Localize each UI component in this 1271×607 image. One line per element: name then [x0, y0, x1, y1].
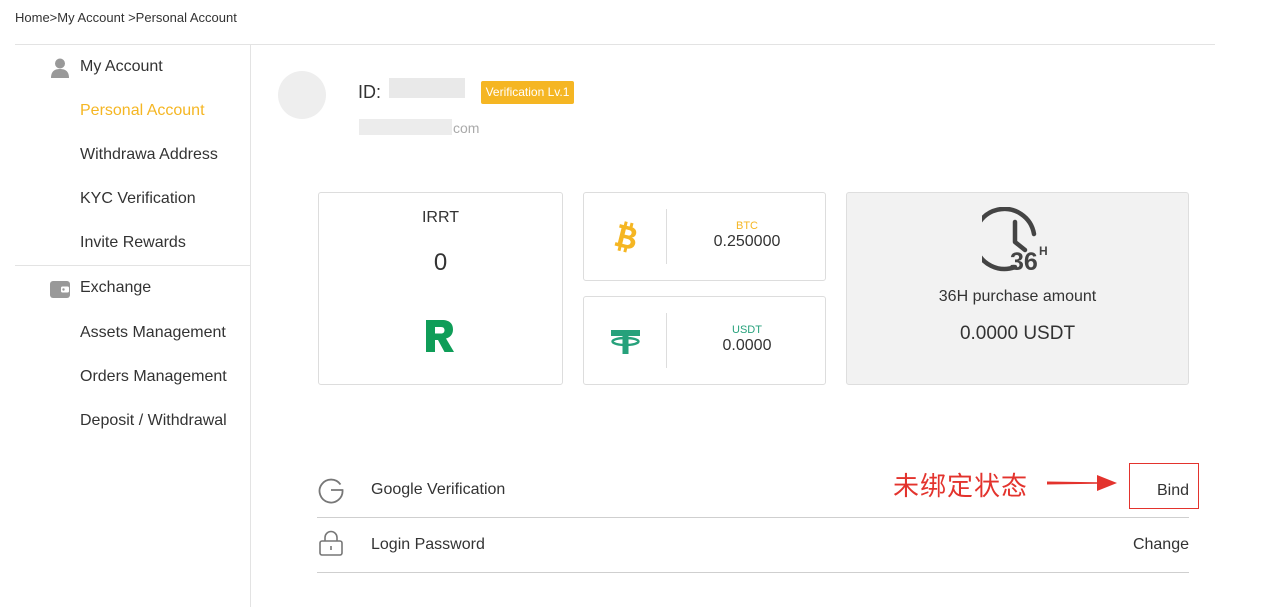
verification-badge: Verification Lv.1	[481, 81, 574, 104]
btc-value: 0.250000	[713, 233, 781, 250]
email-suffix: com	[453, 120, 480, 136]
sidebar-item-invite-rewards[interactable]: Invite Rewards	[80, 234, 186, 252]
avatar[interactable]	[278, 71, 326, 119]
sidebar-header-label: My Account	[80, 58, 163, 75]
purchase-36h-value: 0.0000 USDT	[959, 323, 1076, 344]
36h-clock-icon: 36 H	[972, 206, 1054, 278]
sidebar-item-withdrawa-address[interactable]: Withdrawa Address	[80, 146, 218, 164]
sidebar-header-label: Exchange	[80, 279, 152, 296]
user-icon	[49, 57, 71, 79]
irrt-r-logo-icon	[425, 319, 455, 358]
lock-icon	[317, 529, 345, 557]
irrt-balance-card: IRRT 0	[318, 192, 563, 385]
google-verification-label: Google Verification	[371, 481, 506, 498]
sidebar-item-assets-management[interactable]: Assets Management	[80, 324, 226, 342]
usdt-value: 0.0000	[722, 337, 772, 354]
sidebar-header-exchange[interactable]: Exchange	[15, 266, 251, 310]
sidebar-item-kyc-verification[interactable]: KYC Verification	[80, 190, 196, 208]
usdt-balance-card: USDT 0.0000	[583, 296, 826, 385]
login-password-label: Login Password	[371, 536, 485, 553]
change-password-button[interactable]: Change	[1133, 536, 1189, 554]
annotation-text: 未绑定状态	[893, 472, 1029, 502]
tether-icon	[610, 323, 642, 359]
bitcoin-icon	[610, 219, 642, 255]
user-id-label: ID:	[358, 82, 382, 102]
btc-name: BTC	[736, 220, 758, 232]
sidebar: My Account Personal Account Withdrawa Ad…	[15, 45, 251, 607]
sidebar-item-orders-management[interactable]: Orders Management	[80, 368, 227, 386]
annotation-highlight-box	[1129, 463, 1199, 509]
security-row-login-password: Login Password Change	[317, 518, 1189, 573]
redacted-email	[359, 119, 452, 135]
sidebar-item-personal-account[interactable]: Personal Account	[80, 102, 205, 120]
purchase-36h-card: 36 H 36H purchase amount 0.0000 USDT	[846, 192, 1189, 385]
36h-icon-text: 36	[1010, 248, 1038, 273]
sidebar-header-my-account[interactable]: My Account	[15, 45, 251, 89]
google-g-icon	[317, 476, 345, 504]
wallet-icon	[49, 278, 71, 300]
redacted-user-id	[389, 78, 465, 98]
sidebar-item-deposit-withdrawal[interactable]: Deposit / Withdrawal	[80, 412, 227, 430]
btc-balance-card: BTC 0.250000	[583, 192, 826, 281]
36h-icon-sup: H	[1039, 244, 1048, 258]
irrt-title: IRRT	[421, 209, 460, 226]
irrt-value: 0	[433, 249, 448, 276]
purchase-36h-label: 36H purchase amount	[938, 288, 1097, 305]
usdt-name: USDT	[732, 324, 762, 336]
annotation-arrow-icon	[1045, 472, 1119, 499]
breadcrumb: Home>My Account >Personal Account	[15, 10, 237, 25]
